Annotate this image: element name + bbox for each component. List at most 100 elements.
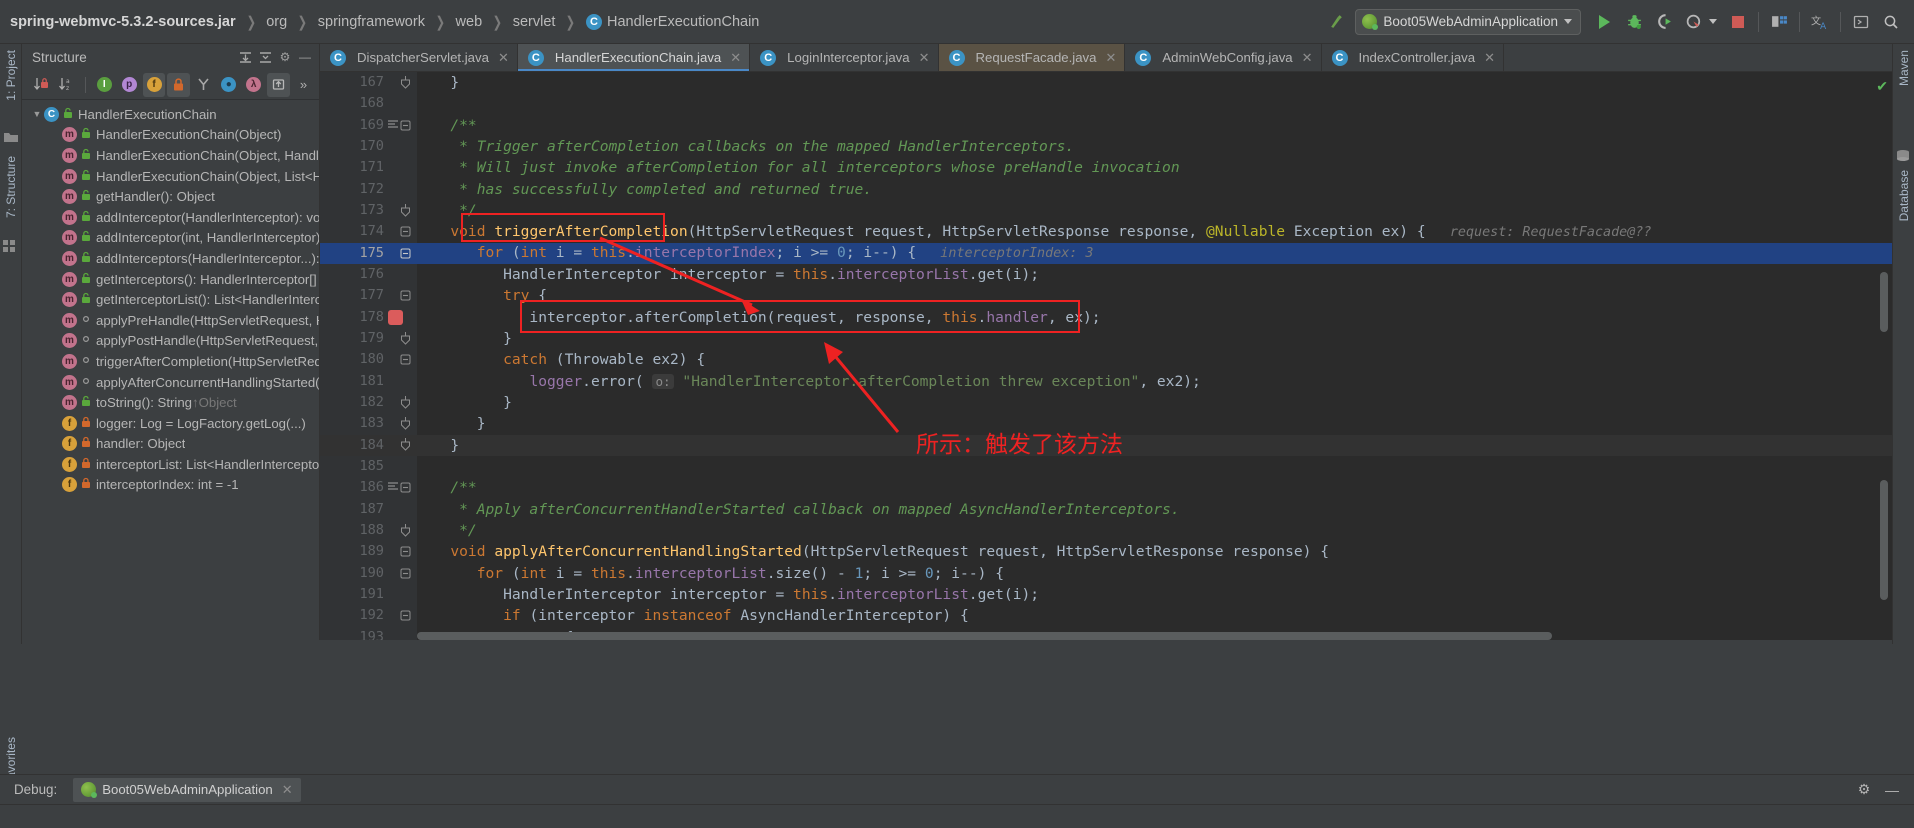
editor-horizontal-scrollbar[interactable] bbox=[417, 632, 1872, 640]
show-properties-icon[interactable]: p bbox=[118, 73, 141, 97]
fold-marker-icon[interactable] bbox=[399, 610, 411, 622]
code-editor[interactable]: 167 } 168 169 /** 170 * Trigger afterComple… bbox=[320, 72, 1892, 640]
breakpoint-icon[interactable] bbox=[388, 309, 403, 325]
editor-tab[interactable]: C HandlerExecutionChain.java ✕ bbox=[517, 44, 751, 71]
settings-icon[interactable]: ⚙ bbox=[275, 47, 295, 67]
close-tab-icon[interactable]: ✕ bbox=[1484, 50, 1495, 66]
build-icon[interactable] bbox=[1321, 8, 1351, 36]
structure-tree-item[interactable]: f interceptorIndex: int = -1 bbox=[22, 475, 319, 496]
editor-vertical-scrollbar[interactable] bbox=[1880, 72, 1888, 640]
code-line[interactable]: 171 * Will just invoke afterCompletion f… bbox=[320, 157, 1892, 178]
editor-tab[interactable]: C IndexController.java ✕ bbox=[1322, 44, 1504, 71]
structure-tree-item[interactable]: m getHandler(): Object bbox=[22, 186, 319, 207]
sidebar-item-structure[interactable]: 7: Structure bbox=[4, 156, 18, 218]
structure-tree-item[interactable]: m addInterceptors(HandlerInterceptor...):… bbox=[22, 248, 319, 269]
more-icon[interactable]: » bbox=[292, 73, 315, 97]
run-icon[interactable] bbox=[1589, 8, 1619, 36]
structure-root-node[interactable]: ▼ C HandlerExecutionChain bbox=[22, 104, 319, 125]
structure-tree-item[interactable]: f interceptorList: List<HandlerIntercepto… bbox=[22, 454, 319, 475]
code-line[interactable]: 182 } bbox=[320, 392, 1892, 413]
fold-marker-icon[interactable] bbox=[399, 482, 411, 494]
code-line[interactable]: 176 HandlerInterceptor interceptor = thi… bbox=[320, 264, 1892, 285]
show-fields-icon[interactable]: f bbox=[142, 72, 166, 97]
breadcrumb-item[interactable]: servlet bbox=[513, 14, 556, 30]
run-configuration-selector[interactable]: Boot05WebAdminApplication bbox=[1355, 8, 1581, 35]
code-line[interactable]: 191 HandlerInterceptor interceptor = thi… bbox=[320, 584, 1892, 605]
close-tab-icon[interactable]: ✕ bbox=[730, 50, 741, 66]
debug-session-tab[interactable]: Boot05WebAdminApplication ✕ bbox=[73, 777, 301, 802]
run-with-coverage-icon[interactable] bbox=[1649, 8, 1679, 36]
search-everywhere-icon[interactable] bbox=[1876, 8, 1906, 36]
editor-tab[interactable]: C RequestFacade.java ✕ bbox=[938, 44, 1126, 71]
stop-icon[interactable] bbox=[1723, 8, 1753, 36]
editor-tab[interactable]: C AdminWebConfig.java ✕ bbox=[1125, 44, 1322, 71]
structure-tree-item[interactable]: m applyPostHandle(HttpServletRequest, Htt… bbox=[22, 331, 319, 352]
fold-marker-icon[interactable] bbox=[399, 331, 411, 345]
code-content[interactable]: 167 } 168 169 /** 170 * Trigger afterComple… bbox=[320, 72, 1892, 640]
show-inherited-icon[interactable]: I bbox=[93, 73, 116, 97]
structure-tree-item[interactable]: m HandlerExecutionChain(Object, List<Hand… bbox=[22, 166, 319, 187]
structure-tree[interactable]: ▼ C HandlerExecutionChain m HandlerExecution… bbox=[22, 100, 319, 640]
sidebar-item-project[interactable]: 1: Project bbox=[4, 50, 18, 101]
fold-marker-icon[interactable] bbox=[399, 226, 411, 238]
breadcrumb-item[interactable]: spring-webmvc-5.3.2-sources.jar bbox=[10, 14, 236, 30]
breadcrumb-item[interactable]: HandlerExecutionChain bbox=[607, 14, 759, 30]
fold-marker-icon[interactable] bbox=[399, 546, 411, 558]
code-line[interactable]: 187 * Apply afterConcurrentHandlerStarte… bbox=[320, 499, 1892, 520]
close-tab-icon[interactable]: ✕ bbox=[1302, 50, 1313, 66]
close-tab-icon[interactable]: ✕ bbox=[498, 50, 509, 66]
structure-tree-item[interactable]: m getInterceptorList(): List<HandlerInter… bbox=[22, 289, 319, 310]
structure-tree-item[interactable]: f handler: Object bbox=[22, 434, 319, 455]
structure-tree-item[interactable]: m addInterceptor(HandlerInterceptor): voi… bbox=[22, 207, 319, 228]
editor-tab[interactable]: C DispatcherServlet.java ✕ bbox=[320, 44, 518, 71]
structure-tree-item[interactable]: m applyAfterConcurrentHandlingStarted(Htt… bbox=[22, 372, 319, 393]
expand-all-icon[interactable] bbox=[235, 47, 255, 67]
show-lambdas-icon[interactable]: λ bbox=[242, 73, 265, 97]
profiler-icon[interactable] bbox=[1679, 8, 1709, 36]
breadcrumb-item[interactable]: springframework bbox=[318, 14, 425, 30]
show-interfaces-icon[interactable]: ● bbox=[217, 73, 240, 97]
code-line[interactable]: 185 bbox=[320, 456, 1892, 477]
fold-marker-icon[interactable] bbox=[399, 567, 411, 579]
structure-tree-item[interactable]: m addInterceptor(int, HandlerInterceptor)… bbox=[22, 228, 319, 249]
fold-marker-icon[interactable] bbox=[399, 75, 411, 89]
sidebar-item-database[interactable]: Database bbox=[1897, 170, 1911, 221]
code-line[interactable]: 172 * has successfully completed and ret… bbox=[320, 179, 1892, 200]
code-line[interactable]: 175 for (int i = this.interceptorIndex; … bbox=[320, 242, 1892, 264]
folder-icon[interactable] bbox=[3, 130, 19, 146]
code-line[interactable]: 180 catch (Throwable ex2) { bbox=[320, 349, 1892, 370]
fold-marker-icon[interactable] bbox=[399, 290, 411, 302]
close-tab-icon[interactable]: ✕ bbox=[1105, 50, 1116, 66]
hide-icon[interactable]: — bbox=[295, 47, 315, 67]
breadcrumb-item[interactable]: org bbox=[266, 14, 287, 30]
fold-marker-icon[interactable] bbox=[399, 523, 411, 537]
fold-marker-icon[interactable] bbox=[399, 354, 411, 366]
chevron-down-icon[interactable]: ▼ bbox=[30, 109, 44, 119]
structure-tree-item[interactable]: m HandlerExecutionChain(Object) bbox=[22, 125, 319, 146]
hide-icon[interactable]: — bbox=[1880, 778, 1904, 802]
breadcrumb-item[interactable]: web bbox=[456, 14, 483, 30]
debug-icon[interactable] bbox=[1619, 8, 1649, 36]
database-stack-icon[interactable] bbox=[1896, 149, 1912, 165]
group-by-icon[interactable] bbox=[192, 73, 215, 97]
fold-marker-icon[interactable] bbox=[399, 247, 411, 259]
translate-icon[interactable]: 文 A bbox=[1805, 8, 1835, 36]
editor-tab[interactable]: C LoginInterceptor.java ✕ bbox=[750, 44, 939, 71]
grid-icon[interactable] bbox=[3, 240, 19, 256]
code-line[interactable]: 169 /** bbox=[320, 115, 1892, 136]
fold-marker-icon[interactable] bbox=[399, 416, 411, 430]
structure-tree-item[interactable]: m HandlerExecutionChain(Object, HandlerIn… bbox=[22, 145, 319, 166]
autoscroll-icon[interactable] bbox=[267, 72, 291, 97]
structure-tree-item[interactable]: m getInterceptors(): HandlerInterceptor[] bbox=[22, 269, 319, 290]
fold-marker-icon[interactable] bbox=[399, 395, 411, 409]
code-line[interactable]: 190 for (int i = this.interceptorList.si… bbox=[320, 563, 1892, 584]
code-line[interactable]: 189 void applyAfterConcurrentHandlingSta… bbox=[320, 541, 1892, 562]
structure-tree-item[interactable]: f logger: Log = LogFactory.getLog(...) bbox=[22, 413, 319, 434]
profiler-chevron-icon[interactable] bbox=[1709, 19, 1717, 24]
show-non-public-icon[interactable] bbox=[167, 72, 191, 97]
project-structure-icon[interactable] bbox=[1764, 8, 1794, 36]
structure-tree-item[interactable]: m triggerAfterCompletion(HttpServletReque… bbox=[22, 351, 319, 372]
structure-tree-item[interactable]: m toString(): String ↑Object bbox=[22, 392, 319, 413]
code-line[interactable]: 186 /** bbox=[320, 477, 1892, 498]
fold-marker-icon[interactable] bbox=[399, 203, 411, 217]
